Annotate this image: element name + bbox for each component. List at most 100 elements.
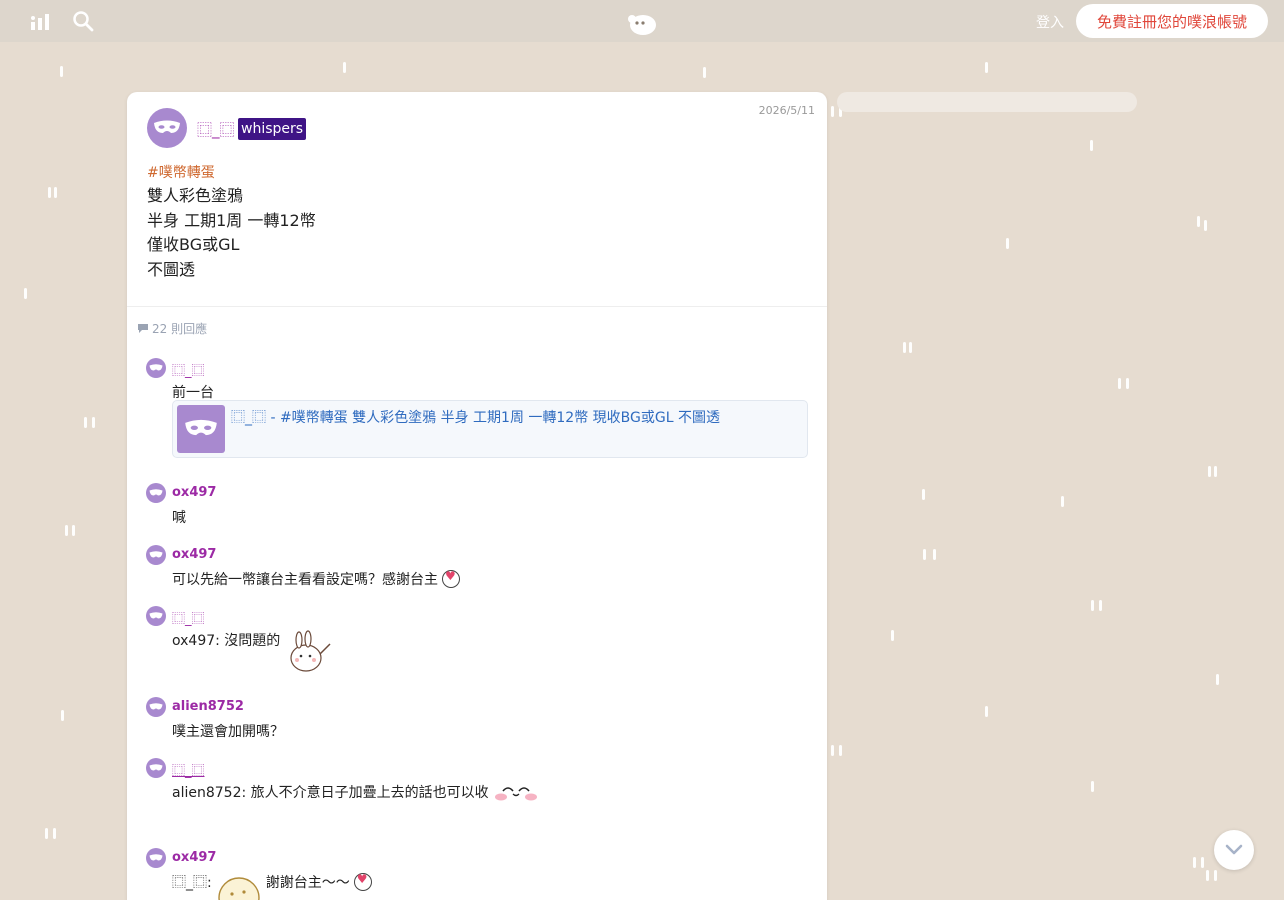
rain-drop: [45, 828, 48, 839]
rain-drop: [61, 710, 64, 721]
rain-drop: [1206, 870, 1209, 881]
rain-drop: [92, 417, 95, 428]
avatar[interactable]: [146, 848, 166, 868]
stats-icon[interactable]: [28, 9, 52, 33]
response-author[interactable]: ox497: [172, 485, 216, 500]
rabbit-sticker: [290, 630, 331, 672]
heart-emoticon: [353, 872, 372, 891]
post-line: 雙人彩色塗鴉: [147, 186, 244, 205]
response-author[interactable]: alien8752: [172, 699, 244, 714]
post-date: 2026/5/11: [758, 104, 815, 117]
avatar[interactable]: [146, 697, 166, 717]
rain-drop: [839, 745, 842, 756]
mask-icon: [149, 489, 163, 496]
post-hashtag[interactable]: #噗幣轉蛋: [147, 162, 316, 184]
rain-drop: [60, 66, 63, 77]
rain-drop: [343, 62, 346, 73]
mask-icon: [149, 703, 163, 710]
response-author[interactable]: ⿴_⿴: [172, 760, 205, 779]
rain-drop: [1091, 781, 1094, 792]
response-text-content: 噗主還會加開嗎？: [172, 724, 284, 740]
mask-icon: [149, 364, 163, 371]
post-author[interactable]: ⿴_⿴: [197, 119, 235, 140]
response-text: 可以先給一幣讓台主看看設定嗎？感謝台主: [172, 569, 460, 589]
rain-drop: [1061, 496, 1064, 507]
avatar[interactable]: [146, 358, 166, 378]
rain-drop: [923, 549, 926, 560]
rain-drop: [24, 288, 27, 299]
response-text: 喊: [172, 507, 186, 527]
rain-drop: [922, 489, 925, 500]
avatar[interactable]: [147, 108, 187, 148]
divider: [127, 306, 827, 307]
login-link[interactable]: 登入: [1036, 12, 1064, 32]
response-text: alien8752: 旅人不介意日子加疊上去的話也可以收: [172, 782, 539, 804]
rain-drop: [1118, 378, 1121, 389]
plurk-card: 2026/5/11 ⿴_⿴ whispers #噗幣轉蛋 雙人彩色塗鴉 半身 工…: [127, 92, 827, 900]
rain-drop: [1208, 466, 1211, 477]
link-preview-card[interactable]: ⿴_⿴ - #噗幣轉蛋 雙人彩色塗鴉 半身 工期1周 一轉12幣 現收BG或GL…: [172, 400, 808, 458]
post-line: 半身 工期1周 一轉12幣: [147, 210, 316, 230]
response-text-content: 喊: [172, 510, 186, 526]
response-text: 噗主還會加開嗎？: [172, 721, 284, 741]
rain-drop: [1090, 140, 1093, 151]
rain-drop: [1197, 216, 1200, 227]
response-text: ⿴_⿴: 謝謝台主〜〜: [172, 872, 372, 900]
response-author[interactable]: ox497: [172, 850, 216, 865]
response-author[interactable]: ox497: [172, 547, 216, 562]
response-text-content: alien8752: 旅人不介意日子加疊上去的話也可以收: [172, 785, 489, 801]
rain-drop: [1214, 466, 1217, 477]
avatar[interactable]: [146, 606, 166, 626]
response-count[interactable]: 22 則回應: [137, 320, 207, 337]
rain-drop: [48, 187, 51, 198]
mask-icon: [149, 764, 163, 771]
rain-drop: [53, 828, 56, 839]
rain-drop: [831, 106, 834, 117]
mask-icon: [149, 551, 163, 558]
mask-icon: [149, 612, 163, 619]
scroll-down-button[interactable]: [1214, 830, 1254, 870]
comment-icon: [138, 324, 148, 333]
mask-icon: [149, 854, 163, 861]
chevron-down-icon: [1225, 844, 1243, 855]
top-bar: 登入 免費註冊您的噗浪帳號: [0, 0, 1284, 42]
response-text: 前一台: [172, 382, 214, 402]
rain-drop: [703, 67, 706, 78]
response-text-content: 可以先給一幣讓台主看看設定嗎？感謝台主: [172, 572, 438, 588]
rain-drop: [1099, 600, 1102, 611]
response-text-content: 謝謝台主〜〜: [265, 875, 350, 891]
signup-button[interactable]: 免費註冊您的噗浪帳號: [1076, 4, 1268, 38]
response-text-content: ox497: 沒問題的: [172, 633, 281, 649]
rain-drop: [1091, 600, 1094, 611]
cookie-sticker: [218, 877, 260, 900]
heart-emoticon: [442, 569, 460, 588]
rain-drop: [84, 417, 87, 428]
rain-drop: [1216, 674, 1219, 685]
rain-drop: [1214, 870, 1217, 881]
rain-drop: [72, 525, 75, 536]
plurk-logo[interactable]: [626, 10, 658, 36]
rain-drop: [985, 706, 988, 717]
response-text: ox497: 沒問題的: [172, 630, 334, 680]
sidebar-placeholder: [837, 92, 1137, 112]
avatar[interactable]: [146, 483, 166, 503]
response-author[interactable]: ⿴_⿴: [172, 608, 205, 627]
avatar[interactable]: [146, 545, 166, 565]
rain-drop: [903, 342, 906, 353]
mask-icon: [185, 419, 217, 436]
avatar[interactable]: [146, 758, 166, 778]
response-text-content: ⿴_⿴:: [172, 875, 212, 891]
rain-drop: [933, 549, 936, 560]
rain-drop: [985, 62, 988, 73]
rain-drop: [54, 187, 57, 198]
search-icon[interactable]: [71, 9, 95, 33]
rain-drop: [831, 745, 834, 756]
mask-icon: [154, 120, 180, 133]
response-text-content: 前一台: [172, 385, 214, 401]
post-line: 僅收BG或GL: [147, 235, 240, 254]
response-author[interactable]: ⿴_⿴: [172, 360, 205, 379]
rain-drop: [891, 630, 894, 641]
link-preview-text: ⿴_⿴ - #噗幣轉蛋 雙人彩色塗鴉 半身 工期1周 一轉12幣 現收BG或GL…: [231, 407, 720, 427]
rain-drop: [909, 342, 912, 353]
rain-drop: [1126, 378, 1129, 389]
